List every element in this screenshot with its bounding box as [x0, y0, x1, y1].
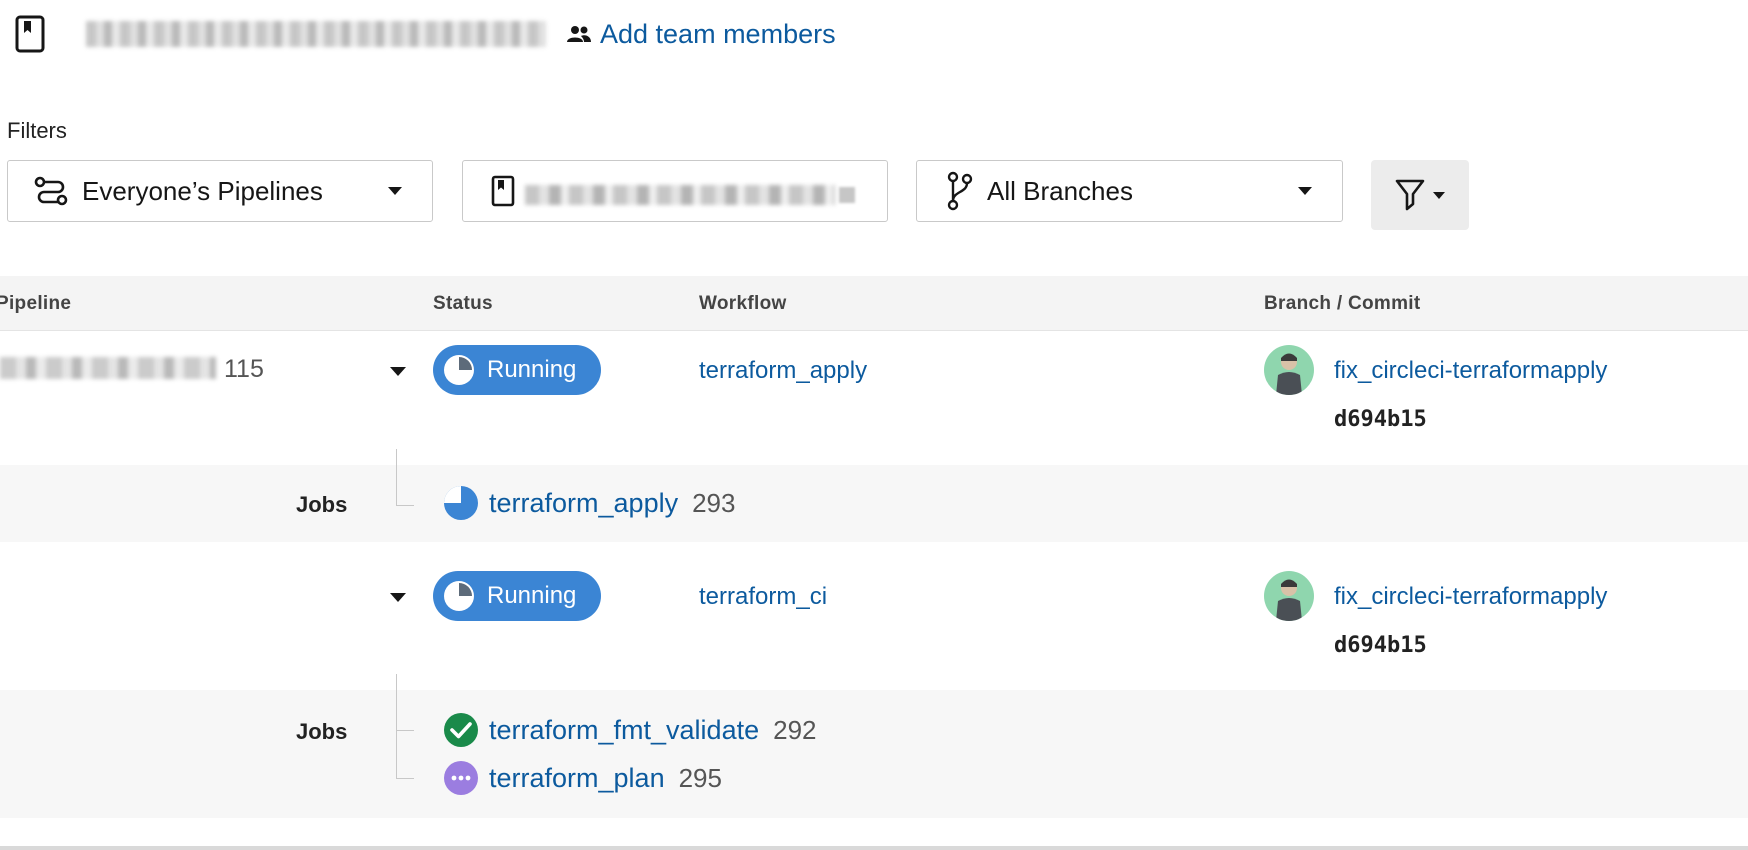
pipeline-icon: [34, 176, 68, 206]
column-header-branch-commit: Branch / Commit: [1264, 293, 1421, 314]
bottom-divider: [0, 846, 1748, 850]
jobs-label: Jobs: [296, 492, 348, 517]
avatar: [1264, 345, 1314, 395]
workflow-link[interactable]: terraform_apply: [699, 357, 867, 385]
job-number: 292: [773, 714, 817, 745]
job-link[interactable]: terraform_fmt_validate: [489, 715, 759, 746]
job-number: 295: [678, 762, 722, 793]
column-header-workflow: Workflow: [699, 293, 787, 314]
job-item: terraform_plan 295: [443, 760, 722, 796]
chevron-down-icon: [1298, 187, 1312, 195]
branches-value: All Branches: [987, 175, 1133, 206]
commit-hash[interactable]: d694b15: [1334, 633, 1427, 658]
pipelines-owner-value: Everyone’s Pipelines: [82, 175, 323, 206]
project-header: Add team members: [12, 12, 836, 56]
running-icon: [443, 354, 475, 386]
branch-link[interactable]: fix_circleci-terraformapply: [1334, 357, 1607, 385]
table-header: Pipeline Status Workflow Branch / Commit: [0, 276, 1748, 330]
people-icon: [566, 24, 592, 44]
chevron-down-icon: [388, 187, 402, 195]
collapse-toggle[interactable]: [390, 367, 406, 376]
success-check-icon: [443, 712, 479, 748]
jobs-label: Jobs: [296, 719, 348, 744]
commit-hash[interactable]: d694b15: [1334, 407, 1427, 432]
add-team-members-label: Add team members: [600, 18, 836, 49]
job-number: 293: [692, 487, 736, 518]
job-link[interactable]: terraform_apply: [489, 488, 678, 519]
pipeline-name-redacted: [0, 357, 216, 379]
funnel-icon: [1395, 178, 1425, 212]
job-item: terraform_fmt_validate 292: [443, 712, 817, 748]
bookmark-icon: [491, 175, 515, 207]
branch-link[interactable]: fix_circleci-terraformapply: [1334, 583, 1607, 611]
status-label: Running: [487, 356, 577, 383]
table-row: 115 Running terraform_apply fix_circleci…: [0, 331, 1748, 465]
pipelines-page: Add team members Filters Everyone’s Pipe…: [0, 0, 1748, 850]
queued-dots-icon: [443, 760, 479, 796]
add-team-members-link[interactable]: Add team members: [566, 19, 836, 50]
running-icon: [443, 580, 475, 612]
project-dropdown-caret-redacted: [839, 187, 855, 203]
tree-connector: [396, 730, 414, 731]
filter-button[interactable]: [1371, 160, 1469, 230]
tree-connector: [396, 505, 414, 506]
running-job-icon: [443, 485, 479, 521]
jobs-row: Jobs terraform_fmt_validate 292 terrafor…: [0, 690, 1748, 818]
jobs-row: Jobs terraform_apply 293: [0, 465, 1748, 542]
tree-connector: [396, 449, 397, 505]
status-badge[interactable]: Running: [433, 571, 601, 621]
project-dropdown-value-redacted: [525, 185, 835, 205]
tree-connector: [396, 674, 397, 778]
project-dropdown[interactable]: [462, 160, 888, 222]
status-badge[interactable]: Running: [433, 345, 601, 395]
column-header-pipeline: Pipeline: [0, 293, 72, 314]
pipelines-owner-dropdown[interactable]: Everyone’s Pipelines: [7, 160, 433, 222]
project-name-redacted: [86, 21, 546, 47]
collapse-toggle[interactable]: [390, 593, 406, 602]
branches-dropdown[interactable]: All Branches: [916, 160, 1343, 222]
tree-connector: [396, 778, 414, 779]
bookmark-icon: [12, 14, 48, 54]
job-item: terraform_apply 293: [443, 485, 735, 521]
filters-label: Filters: [7, 118, 67, 143]
avatar: [1264, 571, 1314, 621]
pipeline-number[interactable]: 115: [224, 355, 264, 384]
job-link[interactable]: terraform_plan: [489, 763, 665, 794]
chevron-down-icon: [1433, 191, 1445, 199]
workflow-link[interactable]: terraform_ci: [699, 583, 827, 611]
table-row: Running terraform_ci fix_circleci-terraf…: [0, 542, 1748, 690]
column-header-status: Status: [433, 293, 493, 314]
status-label: Running: [487, 582, 577, 609]
branch-icon: [947, 171, 973, 211]
